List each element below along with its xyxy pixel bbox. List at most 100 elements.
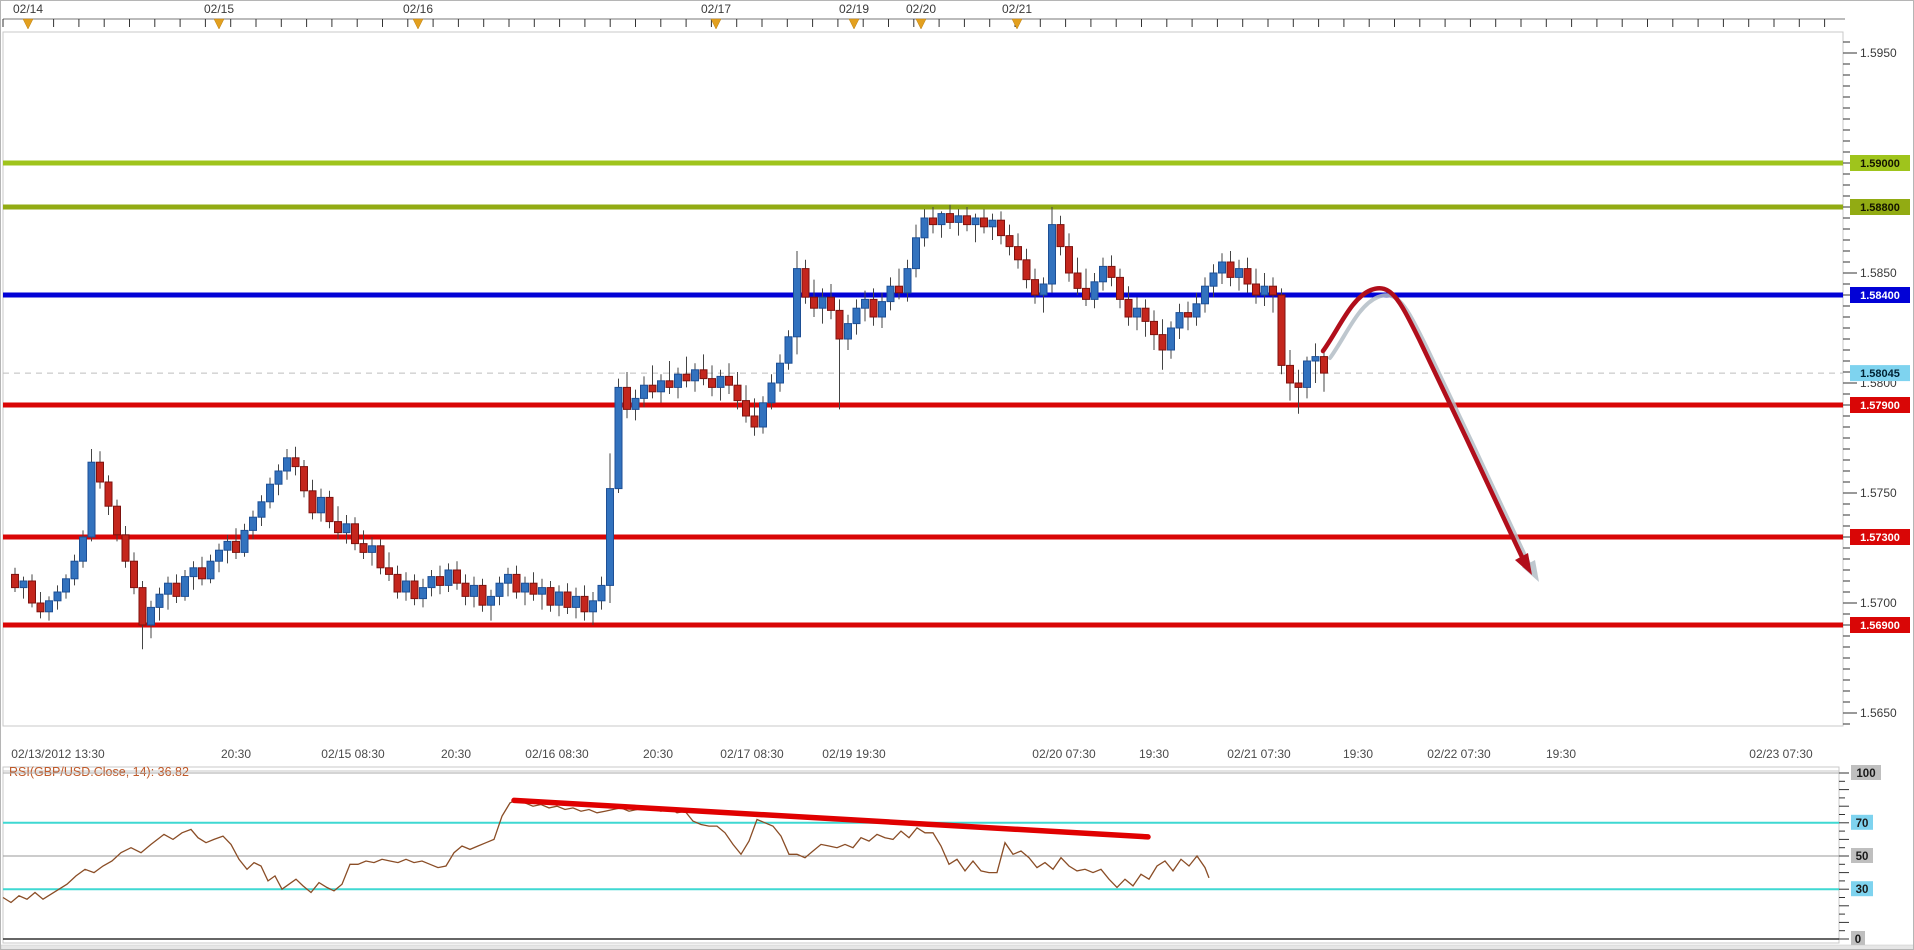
candle-up [1235, 268, 1243, 278]
candle-up [572, 595, 580, 608]
candle-down [1252, 283, 1260, 296]
candle-down [436, 576, 444, 586]
candle-up [759, 402, 767, 428]
candle-up [317, 496, 325, 514]
bottom-scroll-strip[interactable] [1, 944, 1914, 950]
candle-up [767, 382, 776, 404]
level-1.57300-badge-text: 1.57300 [1860, 532, 1900, 544]
candle-up [419, 587, 427, 600]
level-1.58400-badge-text: 1.58400 [1860, 290, 1900, 302]
candle-down [172, 582, 181, 597]
candle-up [1218, 261, 1226, 274]
candle-up [487, 595, 495, 606]
candle-down [478, 584, 487, 606]
candle-down [1277, 294, 1286, 366]
time-label: 02/19 19:30 [822, 747, 886, 761]
candle-down [682, 373, 691, 382]
candle-up [597, 584, 606, 602]
candle-down [96, 461, 104, 483]
candle-up [631, 397, 640, 410]
candle-up [70, 560, 79, 580]
candle-up [283, 457, 291, 472]
background [1, 1, 1913, 949]
chart-window: 02/14 02/15 02/16 02/17 02/19 02/20 02/21 1.595… [0, 0, 1914, 950]
candle-up [1209, 272, 1218, 287]
rsi-level-badge-text: 50 [1856, 851, 1869, 863]
candle-up [181, 576, 189, 597]
candle-up [555, 591, 563, 606]
price-tick-label: 1.5750 [1860, 486, 1897, 500]
candle-up [538, 587, 546, 595]
top-date-label: 02/19 [839, 2, 869, 16]
candle-up [920, 217, 929, 239]
candle-down [376, 545, 385, 569]
candle-down [810, 296, 818, 309]
candle-up [274, 470, 283, 485]
candle-up [903, 268, 912, 294]
candle-up [878, 301, 886, 318]
current-price-badge-text: 1.58045 [1860, 368, 1900, 380]
price-tick-label: 1.5650 [1860, 706, 1897, 720]
candle-up [1090, 281, 1099, 300]
candle-down [410, 580, 419, 600]
candle-down [648, 384, 657, 393]
candle-up [614, 386, 623, 490]
candle-down [1184, 312, 1192, 318]
candle-down [699, 369, 708, 380]
rsi-level-badge-text: 70 [1856, 818, 1869, 830]
time-label: 19:30 [1139, 747, 1169, 761]
candle-down [1124, 298, 1133, 318]
candle-down [1226, 261, 1235, 278]
candle-up [640, 384, 648, 399]
price-chart-canvas[interactable]: 02/14 02/15 02/16 02/17 02/19 02/20 02/21 1.595… [1, 1, 1914, 950]
rsi-pane-gap [2, 766, 1840, 772]
time-label: 02/21 07:30 [1227, 747, 1291, 761]
time-label: 02/16 08:30 [525, 747, 589, 761]
candle-down [1158, 334, 1167, 351]
candle-down [1031, 279, 1039, 296]
candle-up [495, 582, 504, 597]
time-label: 02/15 08:30 [321, 747, 385, 761]
candle-up [1167, 327, 1175, 351]
candle-down [1014, 246, 1022, 261]
candle-up [1260, 285, 1269, 296]
candle-down [1082, 287, 1090, 300]
candle-down [725, 375, 733, 386]
candle-up [402, 580, 410, 593]
candle-up [470, 584, 478, 597]
candle-up [444, 569, 453, 586]
candle-down [742, 400, 750, 417]
candle-down [36, 602, 45, 613]
candle-down [895, 285, 903, 294]
top-date-label: 02/17 [701, 2, 731, 16]
candle-down [1286, 364, 1294, 384]
candle-up [1201, 285, 1209, 305]
candle-down [1150, 320, 1158, 336]
candle-down [708, 378, 716, 388]
candle-up [342, 523, 351, 534]
candle-up [1311, 356, 1320, 362]
candle-up [589, 600, 597, 613]
candle-down [1107, 265, 1116, 278]
time-label: 02/20 07:30 [1032, 747, 1096, 761]
candle-up [1303, 360, 1311, 388]
time-label: 20:30 [441, 747, 471, 761]
candle-up [249, 516, 257, 531]
top-date-label: 02/16 [403, 2, 433, 16]
level-1.59000-badge-text: 1.59000 [1860, 158, 1900, 170]
candle-up [861, 298, 869, 309]
candle-up [886, 285, 895, 303]
candle-up [784, 336, 793, 364]
candle-up [818, 296, 827, 309]
candle-up [266, 483, 274, 503]
candle-down [1005, 235, 1014, 248]
time-label: 19:30 [1343, 747, 1373, 761]
candle-down [1116, 276, 1124, 300]
candle-down [963, 215, 971, 226]
time-label: 02/22 07:30 [1427, 747, 1491, 761]
candle-up [971, 217, 980, 226]
candle-down [104, 481, 113, 507]
candle-down [1141, 307, 1150, 322]
rsi-level-badge-text: 0 [1855, 934, 1861, 946]
rsi-indicator-label: RSI(GBP/USD.Close, 14): 36.82 [9, 765, 189, 779]
